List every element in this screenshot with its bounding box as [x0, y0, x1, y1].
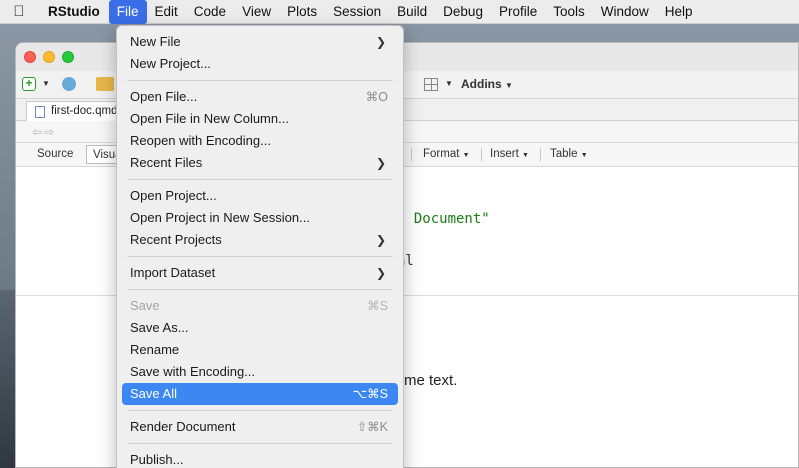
tab-label: first-doc.qmd: [51, 105, 118, 117]
menu-view[interactable]: View: [234, 0, 279, 24]
back-forward-icon[interactable]: ⇦⇨: [32, 125, 56, 139]
menu-item-label: New Project...: [130, 56, 211, 71]
menu-item-save: Save ⌘S: [122, 295, 398, 317]
menu-item-label: Save: [130, 298, 160, 313]
menu-item-open-file[interactable]: Open File... ⌘O: [122, 86, 398, 108]
chevron-down-icon[interactable]: ▼: [445, 79, 453, 88]
menu-item-save-with-encoding[interactable]: Save with Encoding...: [122, 361, 398, 383]
menu-debug[interactable]: Debug: [435, 0, 491, 24]
table-label: Table: [550, 148, 578, 160]
zoom-window-button[interactable]: [62, 51, 74, 63]
menu-item-label: Open File in New Column...: [130, 111, 289, 126]
menu-item-save-all[interactable]: Save All ⌥⌘S: [122, 383, 398, 405]
menu-separator: [127, 289, 393, 290]
insert-label: Insert: [490, 148, 519, 160]
toolbar-divider: [481, 148, 482, 161]
body-text-line: me text.: [404, 372, 458, 389]
menu-item-label: Save As...: [130, 320, 189, 335]
menu-build[interactable]: Build: [389, 0, 435, 24]
addins-label: Addins: [461, 77, 502, 91]
pane-layout-icon[interactable]: [424, 78, 438, 91]
minimize-window-button[interactable]: [43, 51, 55, 63]
menu-session[interactable]: Session: [325, 0, 389, 24]
menu-item-label: Open Project...: [130, 188, 217, 203]
menu-item-publish[interactable]: Publish...: [122, 449, 398, 468]
close-window-button[interactable]: [24, 51, 36, 63]
menu-item-recent-files[interactable]: Recent Files ❯: [122, 152, 398, 174]
menu-item-new-project[interactable]: New Project...: [122, 53, 398, 75]
chevron-right-icon: ❯: [375, 35, 386, 49]
menu-item-open-project[interactable]: Open Project...: [122, 185, 398, 207]
menu-item-new-file[interactable]: New File ❯: [122, 31, 398, 53]
menu-separator: [127, 256, 393, 257]
new-file-icon[interactable]: +: [22, 77, 36, 91]
menu-file[interactable]: File: [108, 0, 147, 24]
menu-item-reopen-with-encoding[interactable]: Reopen with Encoding...: [122, 130, 398, 152]
new-project-icon[interactable]: [62, 77, 76, 91]
menu-item-label: Save All: [130, 386, 177, 401]
menu-item-label: Recent Files: [130, 155, 203, 170]
chevron-right-icon: ❯: [375, 156, 386, 170]
menu-item-save-as[interactable]: Save As...: [122, 317, 398, 339]
menu-item-label: New File: [130, 34, 181, 49]
format-menu-button[interactable]: Format ▼: [423, 148, 470, 160]
menu-item-label: Open Project in New Session...: [130, 210, 310, 225]
menu-plots[interactable]: Plots: [279, 0, 325, 24]
menu-item-import-dataset[interactable]: Import Dataset ❯: [122, 262, 398, 284]
insert-menu-button[interactable]: Insert ▼: [490, 148, 529, 160]
file-menu-dropdown: New File ❯ New Project... Open File... ⌘O Ope…: [116, 25, 404, 468]
menu-separator: [127, 179, 393, 180]
apple-icon[interactable]: : [0, 3, 38, 20]
menu-separator: [127, 443, 393, 444]
toolbar-divider: [540, 148, 541, 161]
menu-item-label: Import Dataset: [130, 265, 216, 280]
open-file-icon[interactable]: [96, 77, 114, 91]
source-mode-button[interactable]: Source: [37, 148, 73, 160]
menu-item-shortcut: ⇧⌘K: [356, 420, 388, 434]
menu-item-label: Reopen with Encoding...: [130, 133, 271, 148]
toolbar-divider: [411, 148, 412, 161]
menu-item-rename[interactable]: Rename: [122, 339, 398, 361]
menu-tools[interactable]: Tools: [545, 0, 593, 24]
menu-separator: [127, 80, 393, 81]
menu-help[interactable]: Help: [657, 0, 701, 24]
yaml-title-line: t Document": [397, 211, 490, 227]
menu-item-label: Publish...: [130, 452, 184, 467]
menu-bar:  RStudio File Edit Code View Plots Sess…: [0, 0, 799, 24]
menu-item-render-document[interactable]: Render Document ⇧⌘K: [122, 416, 398, 438]
menu-item-open-project-in-new-session[interactable]: Open Project in New Session...: [122, 207, 398, 229]
menu-item-shortcut: ⌘S: [367, 299, 388, 313]
document-icon: [35, 106, 45, 118]
menu-edit[interactable]: Edit: [147, 0, 186, 24]
addins-button[interactable]: Addins ▼: [461, 77, 513, 91]
visual-mode-button[interactable]: Visual: [86, 145, 120, 164]
menu-app-name[interactable]: RStudio: [38, 0, 109, 24]
tab-first-doc[interactable]: first-doc.qmd: [26, 101, 120, 122]
menu-item-recent-projects[interactable]: Recent Projects ❯: [122, 229, 398, 251]
menu-profile[interactable]: Profile: [491, 0, 545, 24]
menu-item-shortcut: ⌥⌘S: [352, 387, 388, 401]
format-label: Format: [423, 148, 460, 160]
chevron-right-icon: ❯: [375, 233, 386, 247]
menu-item-label: Open File...: [130, 89, 198, 104]
menu-item-open-file-in-new-column[interactable]: Open File in New Column...: [122, 108, 398, 130]
chevron-down-icon[interactable]: ▼: [42, 79, 50, 88]
menu-item-label: Recent Projects: [130, 232, 222, 247]
menu-item-label: Rename: [130, 342, 180, 357]
menu-item-shortcut: ⌘O: [365, 90, 388, 104]
menu-separator: [127, 410, 393, 411]
menu-item-label: Save with Encoding...: [130, 364, 256, 379]
menu-window[interactable]: Window: [593, 0, 657, 24]
table-menu-button[interactable]: Table ▼: [550, 148, 588, 160]
menu-code[interactable]: Code: [186, 0, 234, 24]
chevron-right-icon: ❯: [375, 266, 386, 280]
menu-item-label: Render Document: [130, 419, 236, 434]
